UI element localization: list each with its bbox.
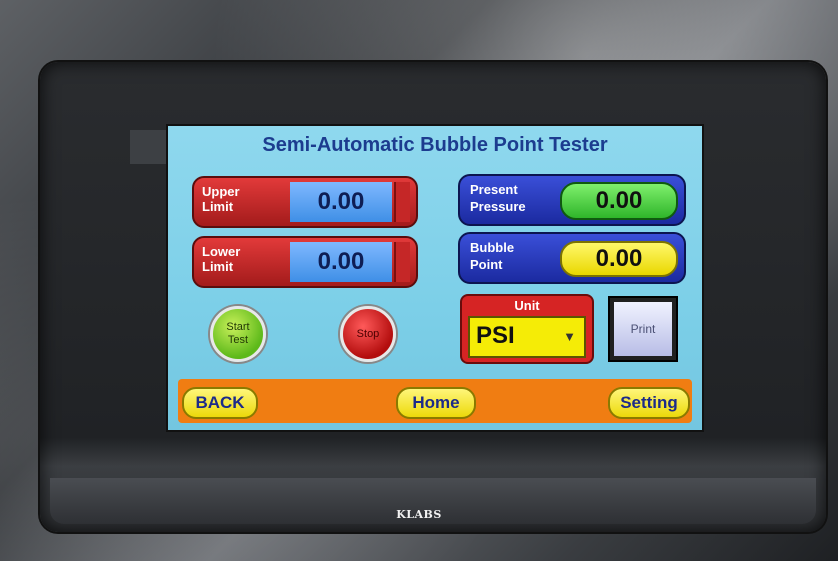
present-pressure-value: 0.00 (560, 182, 678, 220)
print-button[interactable]: Print (608, 296, 678, 362)
unit-select[interactable]: PSI ▼ (468, 316, 586, 358)
upper-limit-edge (394, 182, 410, 222)
lower-limit-edge (394, 242, 410, 282)
bubble-point-value: 0.00 (560, 241, 678, 277)
unit-value: PSI (476, 322, 515, 349)
protective-film (130, 130, 170, 164)
setting-button[interactable]: Setting (608, 387, 690, 419)
page-title: Semi-Automatic Bubble Point Tester (262, 134, 608, 156)
print-label: Print (614, 302, 672, 356)
hmi-screen: Semi-Automatic Bubble Point Tester Upper… (166, 124, 704, 432)
back-button[interactable]: BACK (182, 387, 258, 419)
bottom-nav-bar: BACK Home Setting (178, 379, 692, 423)
brand-label: KLABS (396, 508, 442, 521)
dropdown-arrow-icon: ▼ (563, 329, 576, 344)
home-button[interactable]: Home (396, 387, 476, 419)
lower-limit-label-line1: Lower (202, 244, 241, 259)
stop-label: Stop (356, 328, 380, 340)
lower-limit-label-line2: Limit (202, 259, 234, 274)
bubble-point-panel: Bubble Point 0.00 (458, 232, 686, 284)
upper-limit-input[interactable]: 0.00 (290, 182, 392, 222)
stop-button[interactable]: Stop (340, 306, 396, 362)
lower-limit-panel: Lower Limit 0.00 (192, 236, 418, 288)
unit-title: Unit (514, 298, 540, 313)
bubble-point-label-line2: Point (470, 257, 503, 272)
start-test-label-line1: Start (226, 321, 250, 333)
lower-limit-input[interactable]: 0.00 (290, 242, 392, 282)
start-test-label-line2: Test (227, 334, 249, 346)
unit-panel: Unit PSI ▼ (460, 294, 594, 364)
present-pressure-label-line2: Pressure (470, 199, 526, 214)
upper-limit-label-line1: Upper (202, 184, 240, 199)
start-test-button[interactable]: Start Test (210, 306, 266, 362)
bubble-point-label-line1: Bubble (470, 240, 515, 255)
present-pressure-label-line1: Present (470, 182, 518, 197)
upper-limit-label-line2: Limit (202, 199, 234, 214)
present-pressure-panel: Present Pressure 0.00 (458, 174, 686, 226)
upper-limit-panel: Upper Limit 0.00 (192, 176, 418, 228)
